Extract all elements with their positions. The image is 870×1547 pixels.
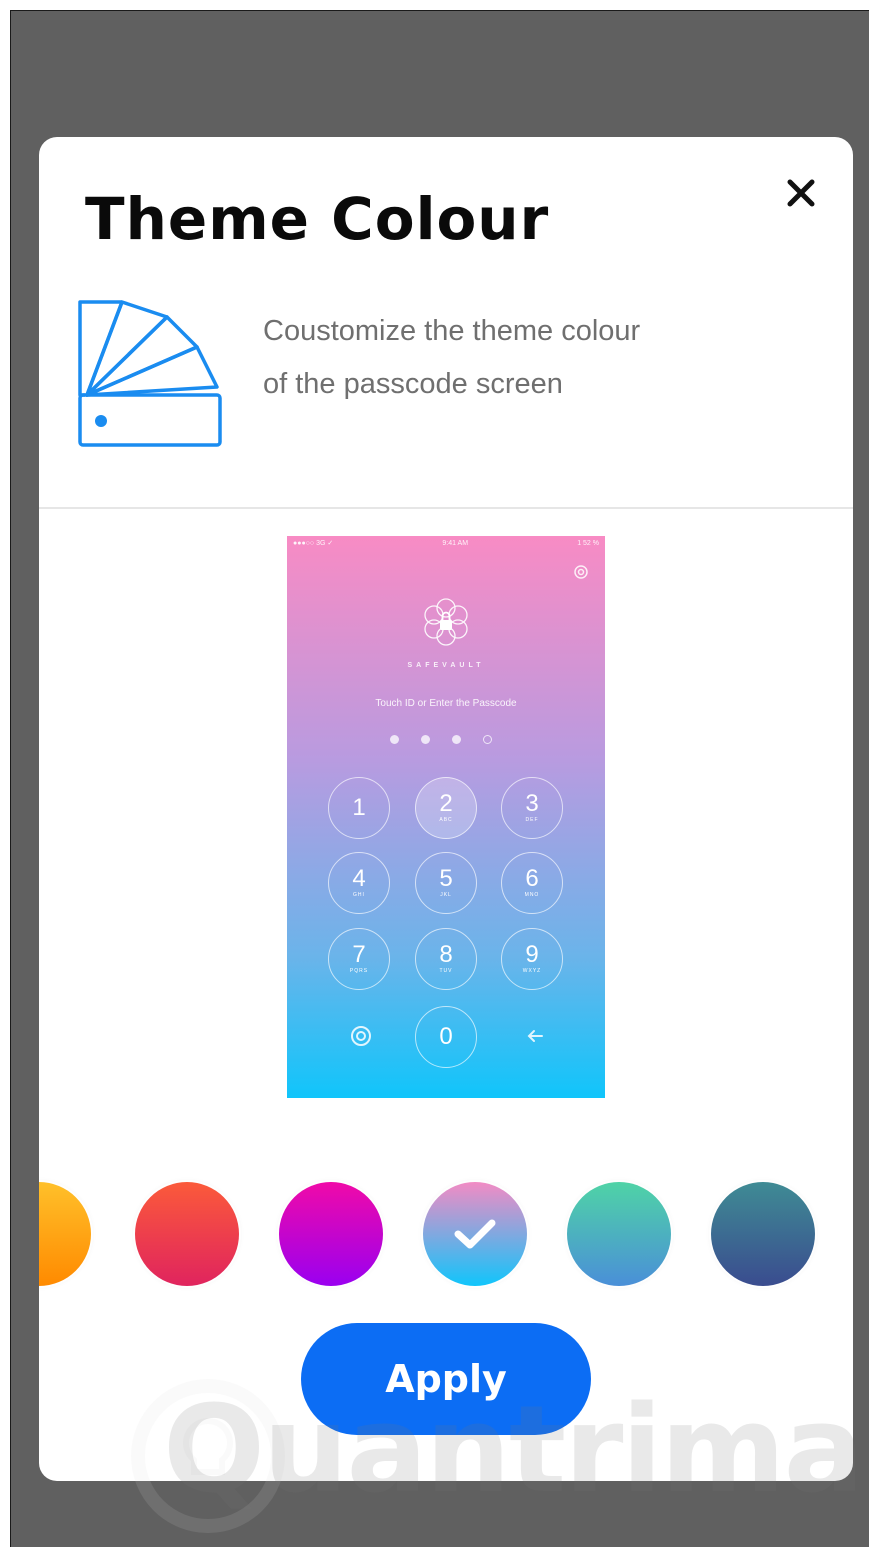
checkmark-icon bbox=[454, 1219, 496, 1249]
preview-key-3: 3 DEF bbox=[501, 777, 563, 839]
preview-passcode-dots bbox=[390, 735, 492, 744]
preview-key-0: 0 bbox=[415, 1006, 477, 1068]
preview-status-bar: ●●●○○ 3G ✓ 9:41 AM 1 52 % bbox=[287, 536, 605, 550]
preview-key-2: 2 ABC bbox=[415, 777, 477, 839]
background-overlay: Theme Colour Coustomize the theme colour… bbox=[10, 10, 869, 1547]
color-option-orange[interactable] bbox=[39, 1182, 91, 1286]
color-picker-row bbox=[39, 1177, 853, 1293]
divider bbox=[39, 507, 853, 509]
preview-settings-icon bbox=[574, 565, 588, 579]
close-button[interactable] bbox=[777, 169, 825, 217]
passcode-dot-filled bbox=[452, 735, 461, 744]
preview-key-8: 8 TUV bbox=[415, 928, 477, 990]
passcode-preview: ●●●○○ 3G ✓ 9:41 AM 1 52 % SAFEVAULT Touc… bbox=[287, 536, 605, 1098]
preview-backspace-icon bbox=[527, 1030, 543, 1042]
color-option-magenta[interactable] bbox=[279, 1182, 383, 1286]
preview-key-9: 9 WXYZ bbox=[501, 928, 563, 990]
preview-key-6: 6 MNO bbox=[501, 852, 563, 914]
preview-lock-logo-icon bbox=[424, 598, 468, 646]
description: Coustomize the theme colour of the passc… bbox=[263, 305, 743, 411]
passcode-dot-empty bbox=[483, 735, 492, 744]
color-option-red[interactable] bbox=[135, 1182, 239, 1286]
apply-button[interactable]: Apply bbox=[301, 1323, 591, 1435]
color-swatch-fan-icon bbox=[78, 300, 222, 447]
preview-key-4: 4 GHI bbox=[328, 852, 390, 914]
preview-key-5: 5 JKL bbox=[415, 852, 477, 914]
passcode-dot-filled bbox=[390, 735, 399, 744]
preview-status-left: ●●●○○ 3G ✓ bbox=[293, 540, 334, 547]
preview-key-7: 7 PQRS bbox=[328, 928, 390, 990]
preview-status-right: 1 52 % bbox=[577, 539, 599, 547]
theme-colour-modal: Theme Colour Coustomize the theme colour… bbox=[39, 137, 853, 1481]
preview-touch-id-icon bbox=[351, 1026, 371, 1046]
color-option-teal[interactable] bbox=[567, 1182, 671, 1286]
preview-key-1: 1 bbox=[328, 777, 390, 839]
preview-brand: SAFEVAULT bbox=[407, 662, 485, 669]
page-title: Theme Colour bbox=[85, 185, 550, 253]
description-line-1: Coustomize the theme colour bbox=[263, 315, 641, 347]
color-option-navy[interactable] bbox=[711, 1182, 815, 1286]
close-icon bbox=[787, 179, 815, 207]
description-line-2: of the passcode screen bbox=[263, 368, 563, 400]
preview-status-time: 9:41 AM bbox=[442, 539, 469, 547]
preview-prompt: Touch ID or Enter the Passcode bbox=[375, 698, 517, 709]
passcode-dot-filled bbox=[421, 735, 430, 744]
color-option-pink-blue-selected[interactable] bbox=[423, 1182, 527, 1286]
